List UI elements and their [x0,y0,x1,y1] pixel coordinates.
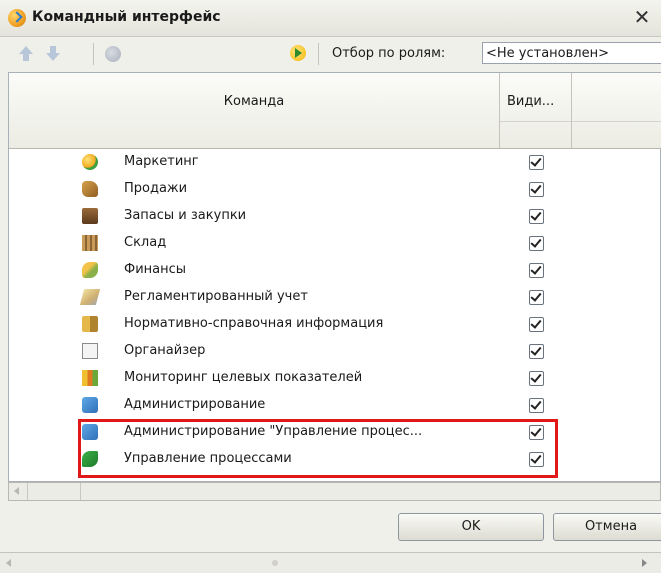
row-label: Финансы [124,262,187,277]
highlight-box [78,419,558,478]
arrow-down-icon[interactable] [45,46,61,62]
row-label: Мониторинг целевых показателей [124,370,363,385]
row-label: Регламентированный учет [124,289,308,304]
toolbar: Отбор по ролям: <Не установлен> [0,37,661,71]
table-row[interactable]: Маркетинг [9,149,661,176]
table-row[interactable]: Запасы и закупки [9,203,661,230]
scroll-right-icon[interactable] [642,559,647,567]
table-row[interactable]: Мониторинг целевых показателей [9,365,661,392]
scroll-left-icon[interactable] [6,559,11,567]
scroll-grip[interactable] [272,560,278,566]
row-label: Запасы и закупки [124,208,247,223]
column-header-command[interactable]: Команда [9,73,500,148]
marketing-icon [82,154,98,170]
reference-info-icon [82,316,98,332]
row-label: Склад [124,235,167,250]
visibility-checkbox[interactable] [529,344,544,359]
command-interface-dialog: Командный интерфейс ✕ Отбор по ролям: <Н… [0,0,661,573]
monitoring-icon [82,370,98,386]
title-bar: Командный интерфейс ✕ [0,0,661,37]
apply-filter-icon[interactable] [290,45,306,61]
visibility-checkbox[interactable] [529,398,544,413]
table-row[interactable]: Администрирование [9,392,661,419]
row-label: Продажи [124,181,188,196]
table-header: Команда Види... [9,73,661,149]
visibility-checkbox[interactable] [529,263,544,278]
table-row[interactable]: Склад [9,230,661,257]
regulated-accounting-icon [79,289,101,305]
table-row[interactable]: Нормативно-справочная информация [9,311,661,338]
warehouse-icon [82,235,98,251]
close-icon[interactable]: ✕ [631,5,653,29]
scroll-thumb[interactable] [28,483,81,500]
column-header-label: Команда [223,94,285,109]
arrow-up-icon[interactable] [18,46,34,62]
row-label: Администрирование [124,397,266,412]
table-row[interactable]: Финансы [9,257,661,284]
wizard-icon [8,9,26,27]
row-label: Маркетинг [124,154,199,169]
visibility-checkbox[interactable] [529,371,544,386]
circle-icon[interactable] [105,46,121,62]
column-header-divider [572,121,661,122]
table-horizontal-scrollbar[interactable] [8,482,661,501]
column-header-label: Види... [507,94,555,109]
inventory-icon [82,208,98,224]
ok-button[interactable]: OK [398,513,544,541]
sales-icon [82,181,98,197]
visibility-checkbox[interactable] [529,155,544,170]
administration-icon [82,397,98,413]
cancel-button[interactable]: Отмена [553,513,661,541]
organizer-icon [82,343,98,359]
role-filter-label: Отбор по ролям: [332,46,446,61]
window-horizontal-scrollbar[interactable] [0,552,661,573]
scroll-left-icon[interactable] [9,483,28,500]
visibility-checkbox[interactable] [529,209,544,224]
table-row[interactable]: Органайзер [9,338,661,365]
visibility-checkbox[interactable] [529,317,544,332]
row-label: Органайзер [124,343,206,358]
visibility-checkbox[interactable] [529,290,544,305]
table-row[interactable]: Регламентированный учет [9,284,661,311]
toolbar-separator [93,43,94,65]
visibility-checkbox[interactable] [529,236,544,251]
visibility-checkbox[interactable] [529,182,544,197]
finance-icon [82,262,98,278]
toolbar-separator [318,43,319,65]
row-label: Нормативно-справочная информация [124,316,384,331]
role-filter-field[interactable]: <Не установлен> [482,42,661,64]
table-row[interactable]: Продажи [9,176,661,203]
column-header-subcell [500,121,572,148]
window-title: Командный интерфейс [32,9,221,25]
column-header-visibility[interactable]: Види... [500,73,572,122]
